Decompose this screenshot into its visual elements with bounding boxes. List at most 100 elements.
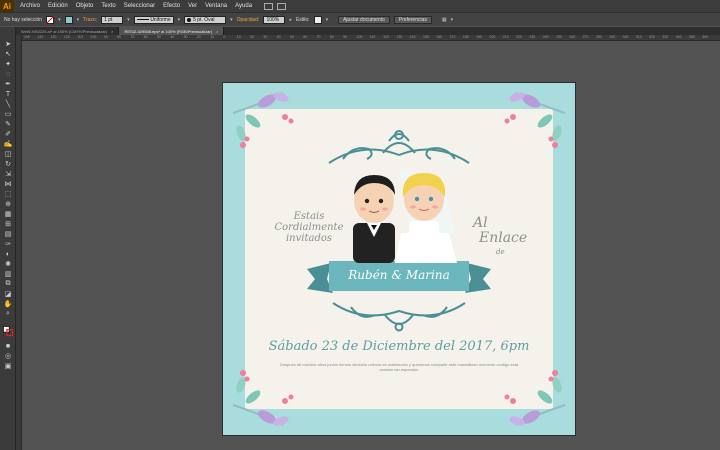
brush-label: 5 pt. Oval	[193, 16, 215, 23]
scale-tool-icon[interactable]: ⇲	[3, 170, 13, 178]
mesh-tool-icon[interactable]: ⊞	[3, 220, 13, 228]
line-tool-icon[interactable]: ╲	[3, 100, 13, 108]
tab-label: RESIZ-029558.eps* al 100% (RGB/Previsual…	[124, 28, 213, 34]
perspective-grid-tool-icon[interactable]: ▦	[3, 210, 13, 218]
eraser-tool-icon[interactable]: ◫	[3, 150, 13, 158]
opacity-field[interactable]: 100%	[263, 15, 286, 24]
paintbrush-tool-icon[interactable]: ✎	[3, 120, 13, 128]
artboard[interactable]: Estais Cordialmente invitados Al Enlace …	[223, 83, 575, 435]
shape-builder-tool-icon[interactable]: ⊕	[3, 200, 13, 208]
free-transform-tool-icon[interactable]: ⬚	[3, 190, 13, 198]
slice-tool-icon[interactable]: ◪	[3, 290, 13, 298]
stroke-dropdown-icon[interactable]: ▾	[77, 17, 80, 23]
ruler-tick-label: 150	[24, 35, 30, 39]
blend-tool-icon[interactable]: ◐	[3, 250, 13, 258]
tab-document-1[interactable]: WeW-NS0225.ai* al 150% (CMYK/Previsualiz…	[16, 27, 120, 35]
menu-texto[interactable]: Texto	[101, 3, 115, 9]
ruler-tick-label: 250	[556, 35, 562, 39]
ruler-tick-label: 300	[622, 35, 629, 39]
fill-swatch[interactable]	[46, 15, 55, 24]
document-tabs: WeW-NS0225.ai* al 150% (CMYK/Previsualiz…	[16, 27, 720, 35]
close-icon[interactable]: ×	[216, 29, 218, 34]
invitation-artwork	[232, 92, 566, 426]
selection-tool-icon[interactable]: ➤	[3, 40, 13, 48]
eyedropper-tool-icon[interactable]: ✑	[3, 240, 13, 248]
ruler-tick-label: 360	[702, 35, 709, 39]
horizontal-ruler[interactable]: 150 140 130 120 110 100 90 80 70 60 50 40 30 20 10 0 10 2…	[22, 35, 720, 41]
tab-document-2[interactable]: RESIZ-029558.eps* al 100% (RGB/Previsual…	[119, 27, 225, 35]
arrange-documents-icon[interactable]	[277, 2, 287, 10]
ruler-tick-label: 0	[223, 35, 226, 39]
stroke-swatch[interactable]	[64, 15, 73, 24]
profile-dropdown-icon[interactable]: ▾	[178, 17, 181, 23]
menu-efecto[interactable]: Efecto	[163, 3, 180, 9]
pencil-tool-icon[interactable]: ✐	[3, 130, 13, 138]
menu-seleccionar[interactable]: Seleccionar	[124, 3, 155, 9]
ruler-tick-label: 50	[290, 35, 294, 39]
de-text[interactable]: de	[496, 248, 505, 256]
type-tool-icon[interactable]: T	[3, 90, 13, 98]
al-text[interactable]: Al	[473, 215, 488, 231]
vertical-ruler[interactable]	[16, 35, 22, 450]
ruler-tick-label: 60	[303, 35, 308, 39]
menu-edicion[interactable]: Edición	[48, 3, 68, 9]
gradient-tool-icon[interactable]: ▤	[3, 230, 13, 238]
menu-ventana[interactable]: Ventana	[205, 3, 227, 9]
style-dropdown-icon[interactable]: ▾	[326, 17, 329, 23]
couple-names[interactable]: Rubén & Marina	[329, 268, 469, 282]
opacity-label[interactable]: Opacidad:	[237, 17, 260, 23]
event-description[interactable]: Después de muchos años juntos hemos deci…	[279, 362, 519, 372]
panel-menu-icon[interactable]: ▾	[451, 17, 454, 23]
stroke-weight-field[interactable]: 1 pt	[101, 15, 124, 24]
ruler-tick-label: 40	[276, 35, 281, 39]
menu-bar: Ai Archivo Edición Objeto Texto Seleccio…	[0, 0, 720, 12]
menu-objeto[interactable]: Objeto	[76, 3, 94, 9]
stroke-weight-dropdown-icon[interactable]: ▾	[127, 17, 130, 23]
menu-archivo[interactable]: Archivo	[20, 3, 40, 9]
ruler-tick-label: 30	[263, 35, 268, 39]
column-graph-tool-icon[interactable]: ▥	[3, 270, 13, 278]
ruler-tick-label: 120	[383, 35, 389, 39]
screen-mode-icon[interactable]: ▣	[3, 362, 13, 370]
brush-dropdown-icon[interactable]: ▾	[230, 17, 233, 23]
event-date[interactable]: Sábado 23 de Diciembre del 2017, 6pm	[243, 339, 555, 354]
profile-field[interactable]: Uniforme	[133, 15, 174, 24]
blob-brush-tool-icon[interactable]: ✍	[3, 140, 13, 148]
close-icon[interactable]: ×	[111, 29, 113, 34]
document-setup-button[interactable]: Ajustar documento	[338, 15, 390, 24]
enlace-text[interactable]: Enlace	[479, 230, 527, 246]
ruler-tick-label: 100	[90, 35, 97, 39]
tab-label: WeW-NS0225.ai* al 150% (CMYK/Previsualiz…	[21, 28, 108, 34]
fill-stroke-icon[interactable]	[3, 324, 13, 338]
ruler-tick-label: 20	[196, 35, 201, 39]
width-tool-icon[interactable]: ⋈	[3, 180, 13, 188]
symbol-sprayer-tool-icon[interactable]: ✺	[3, 260, 13, 268]
rotate-tool-icon[interactable]: ↻	[3, 160, 13, 168]
hand-tool-icon[interactable]: ✋	[3, 300, 13, 308]
menu-ayuda[interactable]: Ayuda	[235, 3, 252, 9]
stroke-label[interactable]: Trazo:	[83, 17, 97, 23]
artboard-tool-icon[interactable]: ⧉	[3, 280, 13, 288]
ruler-tick-label: 340	[675, 35, 682, 39]
arrange-icon[interactable]: ▦	[442, 17, 447, 23]
ruler-tick-label: 210	[502, 35, 509, 39]
preferences-button[interactable]: Preferencias	[393, 15, 432, 24]
drawing-mode-icon[interactable]: ◎	[3, 352, 13, 360]
color-mode-icon[interactable]: ■	[3, 342, 13, 350]
ruler-tick-label: 10	[236, 35, 241, 39]
magic-wand-tool-icon[interactable]: ✦	[3, 60, 13, 68]
pen-tool-icon[interactable]: ✒	[3, 80, 13, 88]
lasso-tool-icon[interactable]: ◌	[3, 70, 13, 78]
rectangle-tool-icon[interactable]: ▭	[3, 110, 13, 118]
ruler-tick-label: 50	[157, 35, 161, 39]
menu-ver[interactable]: Ver	[188, 3, 197, 9]
zoom-tool-icon[interactable]: ⌕	[3, 310, 13, 318]
fill-dropdown-icon[interactable]: ▾	[58, 17, 61, 23]
ruler-tick-label: 120	[63, 35, 70, 39]
bridge-icon[interactable]	[264, 2, 274, 10]
invitation-text[interactable]: Estais Cordialmente invitados	[259, 211, 359, 244]
style-swatch[interactable]	[313, 15, 322, 24]
opacity-dropdown-icon[interactable]: ▸	[289, 17, 292, 23]
brush-field[interactable]: 5 pt. Oval	[184, 15, 227, 24]
direct-selection-tool-icon[interactable]: ↖	[3, 50, 13, 58]
